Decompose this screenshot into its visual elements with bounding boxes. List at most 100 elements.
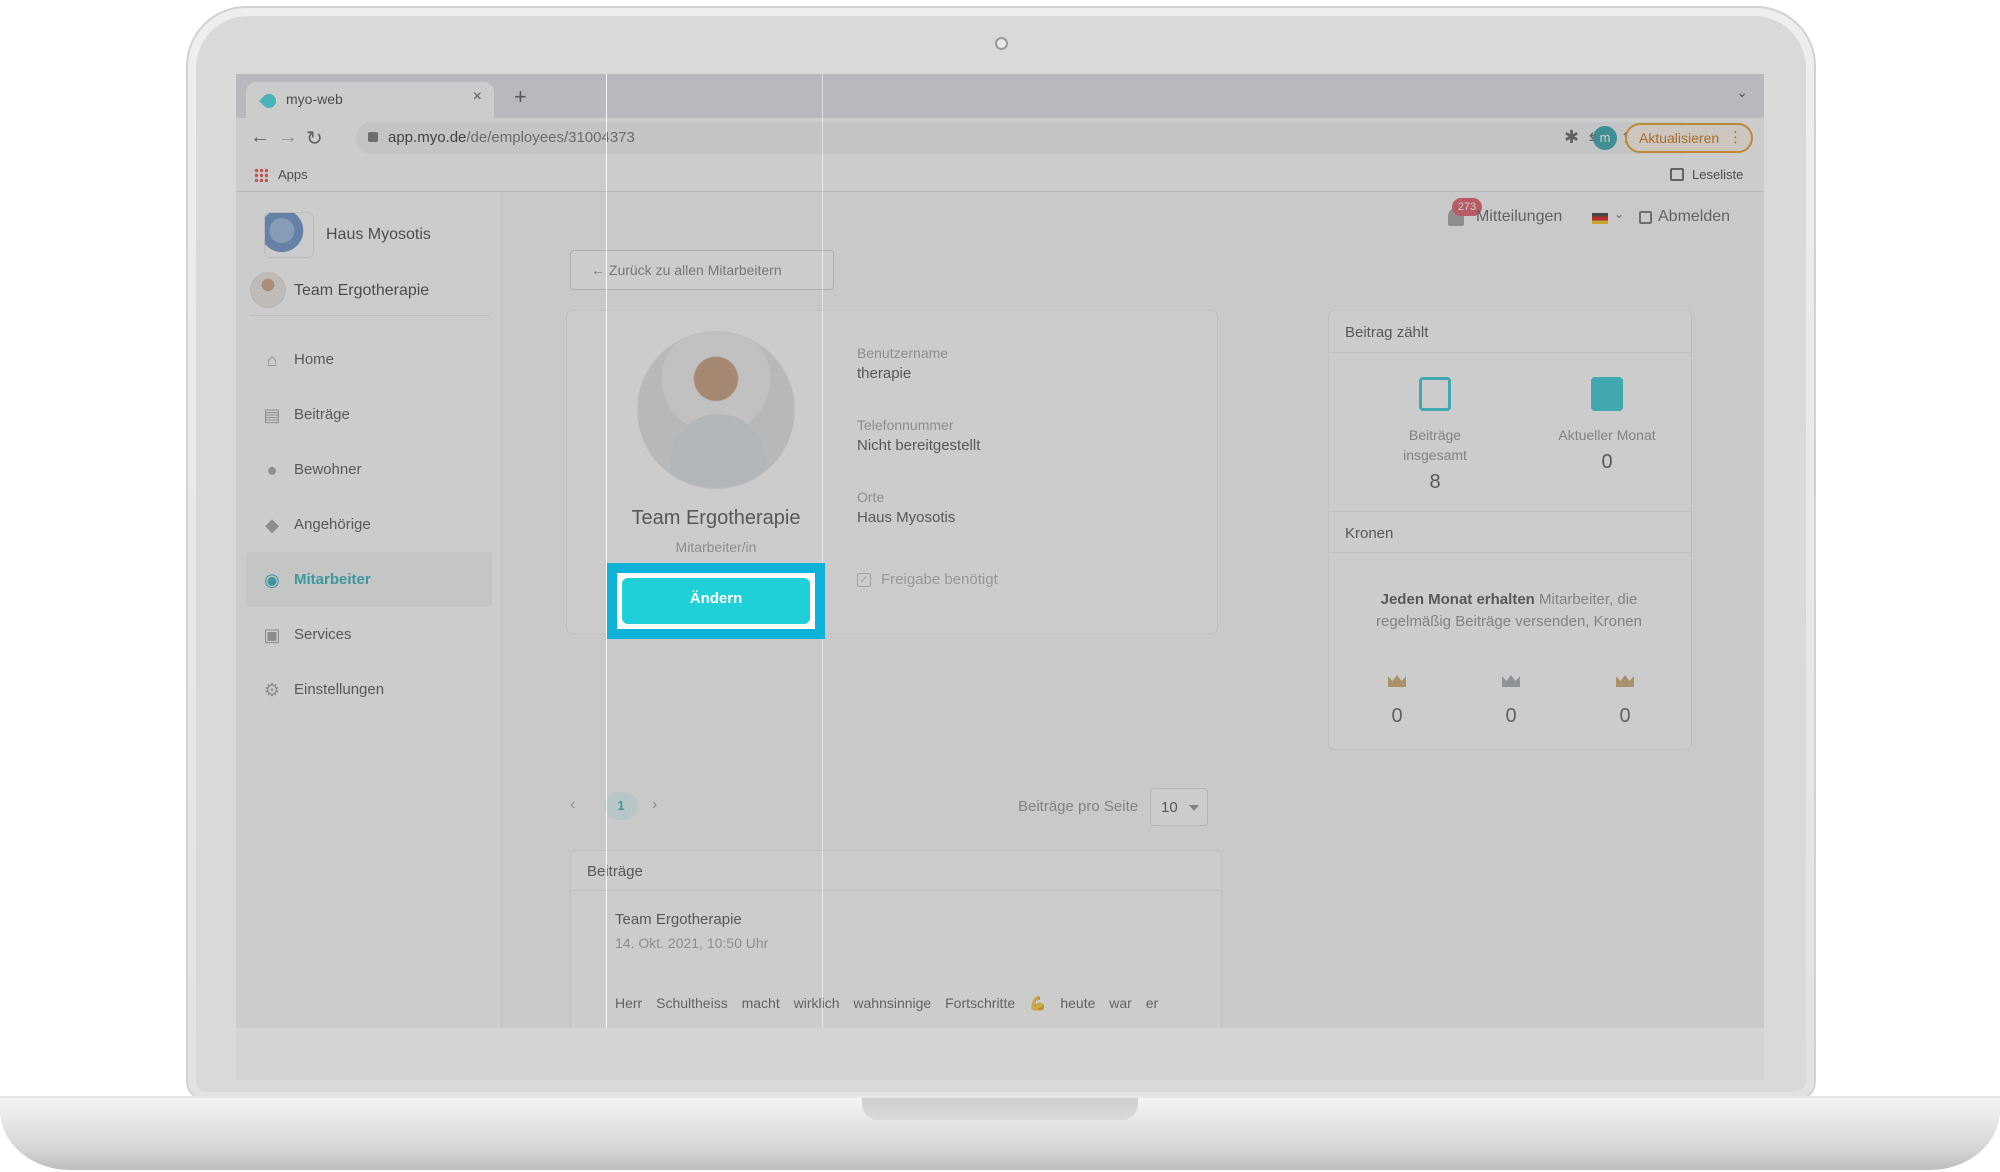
crown-count: 0 [1505, 705, 1517, 727]
crowns-header: Kronen [1329, 511, 1691, 553]
stat-month-label: Aktueller Monat [1558, 427, 1656, 443]
employee-role: Mitarbeiter/in [675, 539, 757, 555]
approval-checkbox[interactable]: ✓ [857, 573, 871, 587]
german-flag-icon[interactable] [1592, 213, 1608, 224]
stat-total-label: Beiträge insgesamt [1403, 427, 1467, 463]
crown-count: 0 [1619, 705, 1631, 727]
new-tab-icon[interactable]: + [514, 84, 527, 110]
post-date: 14. Okt. 2021, 10:50 Uhr [615, 935, 769, 951]
crowns-title: Kronen [1345, 525, 1394, 542]
logout-icon[interactable] [1639, 211, 1652, 224]
posts-title: Beiträge [587, 863, 643, 880]
posts-card: Beiträge Team Ergotherapie 14. Okt. 2021… [570, 850, 1222, 1028]
web-app: Haus Myosotis Team Ergotherapie ⌂ Home ▤… [236, 192, 1764, 1028]
stat-total: Beiträge insgesamt 8 [1365, 377, 1505, 494]
next-page-icon[interactable]: › [652, 796, 657, 814]
phone-label: Telefonnummer [857, 417, 954, 433]
crown-bronze: 0 [1595, 675, 1655, 728]
sidebar-item-label: Einstellungen [294, 681, 385, 698]
sidebar-item-bewohner[interactable]: ● Bewohner [246, 442, 492, 497]
org-logo [264, 212, 314, 258]
post-text: Herr Schultheiss macht wirklich wahnsinn… [615, 995, 1159, 1011]
sidebar-item-label: Mitarbeiter [294, 571, 371, 588]
per-page-label: Beiträge pro Seite [1018, 798, 1139, 815]
crown-icon [1502, 675, 1520, 687]
back-to-employees-button[interactable]: ← Zurück zu allen Mitarbeitern [570, 250, 834, 290]
stats-title: Beitrag zählt [1345, 324, 1429, 341]
services-icon: ▣ [263, 625, 281, 645]
back-arrow-icon[interactable]: ← [250, 126, 270, 149]
sidebar-item-home[interactable]: ⌂ Home [246, 332, 492, 387]
browser-tab-bar: myo-web × + ⌄ [236, 74, 1764, 118]
sidebar-item-label: Beiträge [294, 406, 350, 423]
crown-icon [1616, 675, 1634, 687]
tab-search-icon[interactable]: ⌄ [1736, 84, 1748, 101]
tab-close-icon[interactable]: × [473, 88, 482, 106]
crowns-description: Jeden Monat erhalten Mitarbeiter, die re… [1376, 591, 1642, 630]
edit-button[interactable]: Ändern [622, 578, 810, 624]
myo-favicon-icon [259, 91, 279, 111]
edit-button-wrapper: Ändern [617, 573, 815, 629]
locations-value: Haus Myosotis [857, 509, 956, 526]
update-button[interactable]: Aktualisieren ⋮ [1625, 123, 1753, 153]
person-icon: ● [266, 460, 278, 480]
chevron-down-icon[interactable]: ⌄ [1614, 207, 1624, 221]
phone-value: Nicht bereitgestellt [857, 437, 981, 454]
page-1-button[interactable]: 1 [604, 792, 638, 820]
profile-avatar[interactable]: m [1593, 126, 1617, 150]
approval-label: Freigabe benötigt [881, 571, 998, 588]
browser-tab[interactable]: myo-web × [246, 82, 494, 118]
url-text: app.myo.de/de/employees/31004373 [388, 129, 635, 146]
username-label: Benutzername [857, 345, 949, 361]
home-icon: ⌂ [266, 350, 278, 370]
stat-total-value: 8 [1429, 471, 1441, 493]
crown-silver: 0 [1481, 675, 1541, 728]
extensions-icon[interactable]: ✱ [1564, 127, 1579, 148]
tab-title: myo-web [286, 91, 343, 107]
reload-icon[interactable]: ↻ [306, 126, 323, 151]
sidebar-item-services[interactable]: ▣ Services [246, 607, 492, 662]
post-author: Team Ergotherapie [615, 911, 742, 928]
sidebar-item-label: Home [294, 351, 335, 368]
sidebar-item-beitraege[interactable]: ▤ Beiträge [246, 387, 492, 442]
locations-label: Orte [857, 489, 885, 505]
sidebar-item-einstellungen[interactable]: ⚙ Einstellungen [246, 662, 492, 717]
address-bar[interactable]: app.myo.de/de/employees/31004373 ⇆⇪☆ [356, 122, 1696, 154]
reading-list-link[interactable]: Leseliste [1692, 167, 1743, 182]
sidebar-item-label: Services [294, 626, 352, 643]
highlight-frame: Ändern [607, 563, 825, 639]
bookmark-apps[interactable]: Apps [278, 167, 308, 182]
apps-grid-icon[interactable] [254, 168, 268, 182]
screen-bottom-bezel [236, 1026, 1764, 1080]
chevron-down-icon [1189, 805, 1199, 811]
org-name: Haus Myosotis [326, 226, 431, 243]
app-header: 273 Mitteilungen ⌄ Abmelden [502, 192, 1764, 242]
crown-count: 0 [1391, 705, 1403, 727]
post-stats-card: Beitrag zählt Beiträge insgesamt 8 Aktue… [1328, 310, 1692, 750]
sidebar-item-mitarbeiter[interactable]: ◉ Mitarbeiter [246, 552, 492, 607]
avatar [250, 272, 286, 308]
team-switcher[interactable]: Team Ergotherapie [250, 272, 490, 316]
browser-toolbar: ← → ↻ app.myo.de/de/employees/31004373 ⇆… [236, 118, 1764, 158]
logout-link[interactable]: Abmelden [1658, 208, 1730, 226]
notifications-link[interactable]: Mitteilungen [1476, 208, 1562, 226]
prev-page-icon[interactable]: ‹ [570, 796, 575, 814]
clipboard-icon [1591, 377, 1623, 411]
clipboard-icon: ▤ [263, 405, 281, 425]
stats-card-header: Beitrag zählt [1329, 311, 1691, 353]
per-page-select[interactable]: 10 [1150, 788, 1208, 826]
reading-list-icon[interactable] [1670, 168, 1684, 181]
pagination: ‹ 1 › Beiträge pro Seite 10 [570, 788, 1210, 828]
stat-month: Aktueller Monat 0 [1537, 377, 1677, 474]
employee-icon: ◉ [264, 570, 280, 590]
forward-arrow-icon[interactable]: → [278, 126, 298, 149]
screen: myo-web × + ⌄ ← → ↻ app.myo.de/de/employ… [236, 74, 1764, 1028]
team-name: Team Ergotherapie [294, 282, 430, 299]
username-value: therapie [857, 365, 912, 382]
sidebar-item-angehoerige[interactable]: ◆ Angehörige [246, 497, 492, 552]
sidebar-nav: ⌂ Home ▤ Beiträge ● Bewohner ◆ Angehörig… [246, 332, 492, 717]
stat-month-value: 0 [1601, 451, 1613, 473]
gear-icon: ⚙ [263, 680, 281, 700]
people-icon: ◆ [265, 515, 279, 535]
laptop-mockup: myo-web × + ⌄ ← → ↻ app.myo.de/de/employ… [0, 0, 2000, 1172]
